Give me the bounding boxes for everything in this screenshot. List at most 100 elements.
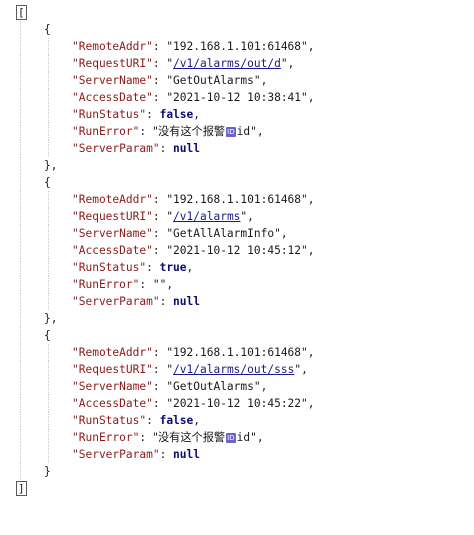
line-content: "RunStatus": false, xyxy=(72,412,200,429)
request-uri-link[interactable]: /v1/alarms/out/d xyxy=(173,57,281,70)
punctuation: , xyxy=(307,193,315,206)
field-key: "RunError" xyxy=(72,431,140,444)
field-key: "RequestURI" xyxy=(72,57,153,70)
line-content: "ServerParam": null xyxy=(72,293,200,310)
line-content: "ServerName": "GetOutAlarms", xyxy=(72,378,267,395)
punctuation: : xyxy=(146,261,160,274)
indent-guide xyxy=(20,344,21,361)
indent-guide xyxy=(48,344,49,361)
request-uri-link[interactable]: /v1/alarms/out/sss xyxy=(173,363,294,376)
line-content: "RequestURI": "/v1/alarms/out/d", xyxy=(72,55,294,72)
line-content: "RequestURI": "/v1/alarms", xyxy=(72,208,254,225)
punctuation: : xyxy=(152,346,167,359)
indent-guide xyxy=(20,395,21,412)
array-open-bracket[interactable]: [ xyxy=(16,5,27,20)
indent-guide xyxy=(20,140,21,157)
request-uri-link[interactable]: /v1/alarms xyxy=(173,210,240,223)
array-close-bracket[interactable]: ] xyxy=(16,481,27,496)
field-value: "192.168.1.101:61468" xyxy=(166,193,308,206)
object-close-brace: }, xyxy=(44,312,58,325)
punctuation: : xyxy=(139,278,153,291)
line-content: "RunStatus": true, xyxy=(72,259,193,276)
indent-guide xyxy=(48,293,49,310)
line-content: }, xyxy=(44,157,57,174)
line-content: "AccessDate": "2021-10-12 10:45:22", xyxy=(72,395,315,412)
object-open-brace[interactable]: { xyxy=(44,23,51,36)
punctuation: , xyxy=(301,363,308,376)
indent-guide xyxy=(20,276,21,293)
indent-guide xyxy=(20,361,21,378)
punctuation: : xyxy=(139,125,153,138)
indent-guide xyxy=(20,242,21,259)
indent-guide xyxy=(20,123,21,140)
punctuation: : xyxy=(152,397,167,410)
line-content: "ServerParam": null xyxy=(72,140,200,157)
line-content: "RemoteAddr": "192.168.1.101:61468", xyxy=(72,344,315,361)
field-key: "ServerName" xyxy=(72,380,153,393)
punctuation: : xyxy=(152,91,167,104)
field-key: "RequestURI" xyxy=(72,210,153,223)
indent-guide xyxy=(20,174,21,191)
field-value: "GetOutAlarms" xyxy=(166,74,261,87)
field-key: "ServerParam" xyxy=(72,448,160,461)
field-key: "ServerName" xyxy=(72,74,153,87)
id-badge-icon: ID xyxy=(226,433,236,443)
indent-guide xyxy=(48,38,49,55)
line-content: "RequestURI": "/v1/alarms/out/sss", xyxy=(72,361,308,378)
indent-guide xyxy=(20,106,21,123)
line-content: "ServerParam": null xyxy=(72,446,200,463)
line-content: "RunError": "没有这个报警 ID id", xyxy=(72,429,264,446)
punctuation: , xyxy=(193,414,201,427)
field-key: "ServerParam" xyxy=(72,142,160,155)
object-open-brace[interactable]: { xyxy=(44,176,51,189)
punctuation: : xyxy=(152,244,167,257)
indent-guide xyxy=(48,72,49,89)
field-key: "AccessDate" xyxy=(72,244,153,257)
line-content: "RunStatus": false, xyxy=(72,106,200,123)
field-key: "AccessDate" xyxy=(72,397,153,410)
field-key: "RemoteAddr" xyxy=(72,193,153,206)
field-key: "RunStatus" xyxy=(72,414,147,427)
punctuation: , xyxy=(307,397,315,410)
field-value: false xyxy=(159,108,194,121)
indent-guide xyxy=(20,446,21,463)
field-value: "GetAllAlarmInfo" xyxy=(166,227,281,240)
punctuation: , xyxy=(247,210,254,223)
punctuation: , xyxy=(256,125,264,138)
field-value-suffix: id" xyxy=(236,125,257,138)
field-value: true xyxy=(159,261,187,274)
indent-guide xyxy=(20,72,21,89)
line-content: "RunError": "没有这个报警 ID id", xyxy=(72,123,264,140)
indent-guide xyxy=(48,412,49,429)
indent-guide xyxy=(48,191,49,208)
punctuation: , xyxy=(287,57,295,70)
punctuation: : xyxy=(152,193,167,206)
field-key: "ServerParam" xyxy=(72,295,160,308)
field-key: "RemoteAddr" xyxy=(72,40,153,53)
punctuation: : xyxy=(159,295,174,308)
punctuation: , xyxy=(307,346,315,359)
object-open-brace[interactable]: { xyxy=(44,329,51,342)
indent-guide xyxy=(48,242,49,259)
line-content: [ xyxy=(16,4,27,21)
line-content: "AccessDate": "2021-10-12 10:38:41", xyxy=(72,89,315,106)
indent-guide xyxy=(48,208,49,225)
indent-guide xyxy=(48,395,49,412)
field-value: "没有这个报警 xyxy=(152,125,226,138)
indent-guide xyxy=(48,225,49,242)
indent-guide xyxy=(20,157,21,174)
field-value: "2021-10-12 10:45:12" xyxy=(166,244,308,257)
indent-guide xyxy=(48,361,49,378)
indent-guide xyxy=(48,106,49,123)
indent-guide xyxy=(20,259,21,276)
punctuation: : xyxy=(152,57,167,70)
field-value-suffix: id" xyxy=(236,431,257,444)
line-content: } xyxy=(44,463,51,480)
field-value: "2021-10-12 10:38:41" xyxy=(166,91,308,104)
indent-guide xyxy=(20,310,21,327)
field-value: false xyxy=(159,414,194,427)
indent-guide xyxy=(48,140,49,157)
indent-guide xyxy=(20,327,21,344)
punctuation: : xyxy=(152,210,167,223)
indent-guide xyxy=(20,225,21,242)
